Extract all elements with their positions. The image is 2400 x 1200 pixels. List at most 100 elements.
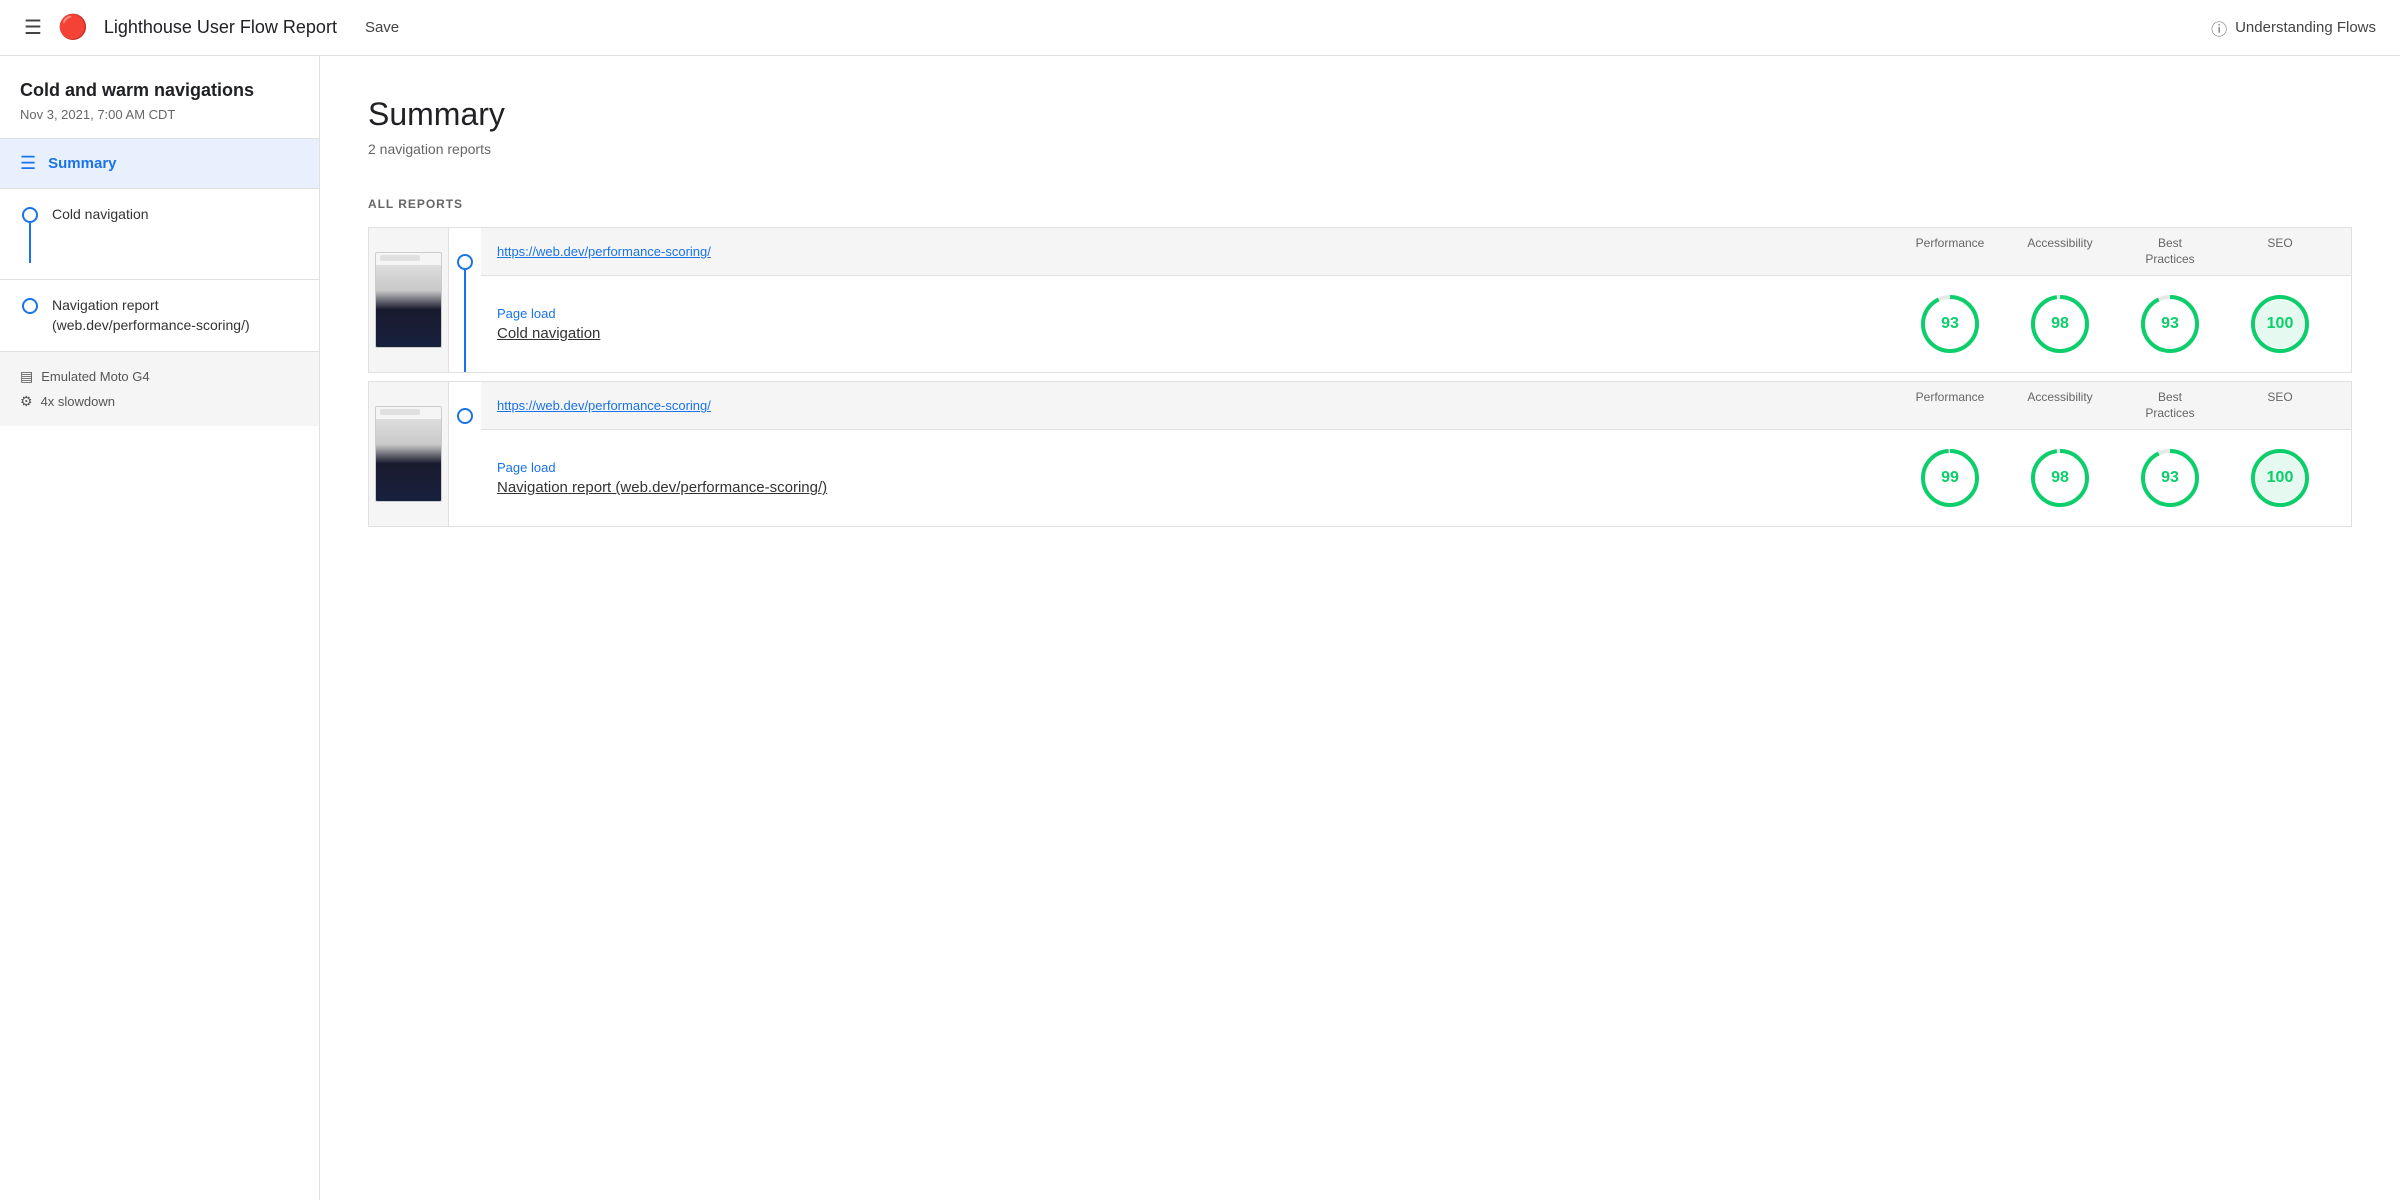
col-performance-1: Performance <box>1895 236 2005 267</box>
project-date: Nov 3, 2021, 7:00 AM CDT <box>20 107 299 122</box>
score-value-seo-1: 100 <box>2256 300 2304 348</box>
nav-line-1 <box>29 223 31 263</box>
device-icon: ▤ <box>20 368 33 385</box>
score-value-seo-2: 100 <box>2256 454 2304 502</box>
app-title: Lighthouse User Flow Report <box>104 17 337 38</box>
lighthouse-logo: 🔴 <box>58 13 88 42</box>
main-layout: Cold and warm navigations Nov 3, 2021, 7… <box>0 56 2400 1200</box>
score-perf-1: 93 <box>1895 292 2005 356</box>
score-value-bp-2: 93 <box>2161 469 2179 487</box>
nav-dot-2 <box>22 298 38 314</box>
sidebar-nav: Cold navigation Navigation report(web.de… <box>0 189 319 352</box>
header-right: ⓘ Understanding Flows <box>2211 16 2376 40</box>
col-headers-2: Performance Accessibility BestPractices … <box>1895 390 2335 421</box>
report-content-2: https://web.dev/performance-scoring/ Per… <box>481 382 2351 526</box>
sidebar: Cold and warm navigations Nov 3, 2021, 7… <box>0 56 320 1200</box>
col-accessibility-2: Accessibility <box>2005 390 2115 421</box>
score-value-acc-1: 98 <box>2051 315 2069 333</box>
score-ring-bp-1: 93 <box>2138 292 2202 356</box>
score-value-perf-2: 99 <box>1941 469 1959 487</box>
report-info-2: Page load Navigation report (web.dev/per… <box>497 460 1895 496</box>
nav-item-label-2: Navigation report(web.dev/performance-sc… <box>52 296 250 335</box>
nav-item-label-1: Cold navigation <box>52 205 149 225</box>
report-body-2: Page load Navigation report (web.dev/per… <box>481 430 2351 526</box>
col-accessibility-1: Accessibility <box>2005 236 2115 267</box>
report-name-2[interactable]: Navigation report (web.dev/performance-s… <box>497 479 1895 496</box>
nav-connector-2 <box>20 296 40 314</box>
col-seo-2: SEO <box>2225 390 2335 421</box>
understanding-flows-link[interactable]: Understanding Flows <box>2235 19 2376 36</box>
report-content-1: https://web.dev/performance-scoring/ Per… <box>481 228 2351 372</box>
score-ring-acc-2: 98 <box>2028 446 2092 510</box>
save-button[interactable]: Save <box>353 15 411 40</box>
main-content: Summary 2 navigation reports ALL REPORTS… <box>320 56 2400 1200</box>
score-perf-2: 99 <box>1895 446 2005 510</box>
connector-1 <box>449 228 481 372</box>
device-item: ▤ Emulated Moto G4 <box>20 368 299 385</box>
help-icon: ⓘ <box>2211 16 2227 40</box>
col-best-practices-2: BestPractices <box>2115 390 2225 421</box>
score-seo-2: 100 <box>2225 446 2335 510</box>
score-ring-bp-2: 93 <box>2138 446 2202 510</box>
col-headers-1: Performance Accessibility BestPractices … <box>1895 236 2335 267</box>
report-type-2: Page load <box>497 460 1895 475</box>
col-performance-2: Performance <box>1895 390 2005 421</box>
summary-label: Summary <box>48 155 116 172</box>
score-ring-seo-1: 100 <box>2248 292 2312 356</box>
score-value-perf-1: 93 <box>1941 315 1959 333</box>
summary-list-icon: ☰ <box>20 153 36 174</box>
score-acc-1: 98 <box>2005 292 2115 356</box>
report-row-1: https://web.dev/performance-scoring/ Per… <box>368 227 2352 373</box>
project-title: Cold and warm navigations <box>20 80 299 101</box>
report-header-1: https://web.dev/performance-scoring/ Per… <box>481 228 2351 276</box>
summary-title: Summary <box>368 96 2352 133</box>
report-dot-1 <box>457 254 473 270</box>
nav-connector-1 <box>20 205 40 263</box>
all-reports-label: ALL REPORTS <box>368 197 2352 211</box>
device-label: Emulated Moto G4 <box>41 369 149 384</box>
report-info-1: Page load Cold navigation <box>497 306 1895 342</box>
report-url-2[interactable]: https://web.dev/performance-scoring/ <box>497 398 1895 413</box>
slowdown-item: ⚙ 4x slowdown <box>20 393 299 410</box>
col-best-practices-1: BestPractices <box>2115 236 2225 267</box>
screenshot-thumbnail-1 <box>375 252 442 348</box>
score-acc-2: 98 <box>2005 446 2115 510</box>
report-line-1 <box>464 270 466 372</box>
score-seo-1: 100 <box>2225 292 2335 356</box>
slowdown-label: 4x slowdown <box>41 394 115 409</box>
score-value-acc-2: 98 <box>2051 469 2069 487</box>
reports-container: https://web.dev/performance-scoring/ Per… <box>368 227 2352 535</box>
report-row-2: https://web.dev/performance-scoring/ Per… <box>368 381 2352 527</box>
scores-1: 93 98 <box>1895 292 2335 356</box>
scores-2: 99 98 <box>1895 446 2335 510</box>
screenshot-2 <box>369 382 449 526</box>
sidebar-summary-item[interactable]: ☰ Summary <box>0 139 319 189</box>
screenshot-1 <box>369 228 449 372</box>
report-type-1: Page load <box>497 306 1895 321</box>
sidebar-nav-item-nav-report[interactable]: Navigation report(web.dev/performance-sc… <box>0 280 319 352</box>
score-bp-2: 93 <box>2115 446 2225 510</box>
score-ring-acc-1: 98 <box>2028 292 2092 356</box>
score-bp-1: 93 <box>2115 292 2225 356</box>
project-info: Cold and warm navigations Nov 3, 2021, 7… <box>0 56 319 139</box>
top-header: ☰ 🔴 Lighthouse User Flow Report Save ⓘ U… <box>0 0 2400 56</box>
report-url-1[interactable]: https://web.dev/performance-scoring/ <box>497 244 1895 259</box>
nav-dot-1 <box>22 207 38 223</box>
score-ring-perf-2: 99 <box>1918 446 1982 510</box>
device-info: ▤ Emulated Moto G4 ⚙ 4x slowdown <box>0 352 319 426</box>
sidebar-nav-item-cold[interactable]: Cold navigation <box>0 189 319 280</box>
menu-icon[interactable]: ☰ <box>24 15 42 40</box>
col-seo-1: SEO <box>2225 236 2335 267</box>
report-header-2: https://web.dev/performance-scoring/ Per… <box>481 382 2351 430</box>
summary-subtitle: 2 navigation reports <box>368 141 2352 157</box>
report-name-1[interactable]: Cold navigation <box>497 325 1895 342</box>
report-dot-2 <box>457 408 473 424</box>
slowdown-icon: ⚙ <box>20 393 33 410</box>
report-body-1: Page load Cold navigation 93 <box>481 276 2351 372</box>
screenshot-thumbnail-2 <box>375 406 442 502</box>
score-ring-perf-1: 93 <box>1918 292 1982 356</box>
connector-2 <box>449 382 481 526</box>
header-left: ☰ 🔴 Lighthouse User Flow Report Save <box>24 13 2211 42</box>
score-ring-seo-2: 100 <box>2248 446 2312 510</box>
score-value-bp-1: 93 <box>2161 315 2179 333</box>
